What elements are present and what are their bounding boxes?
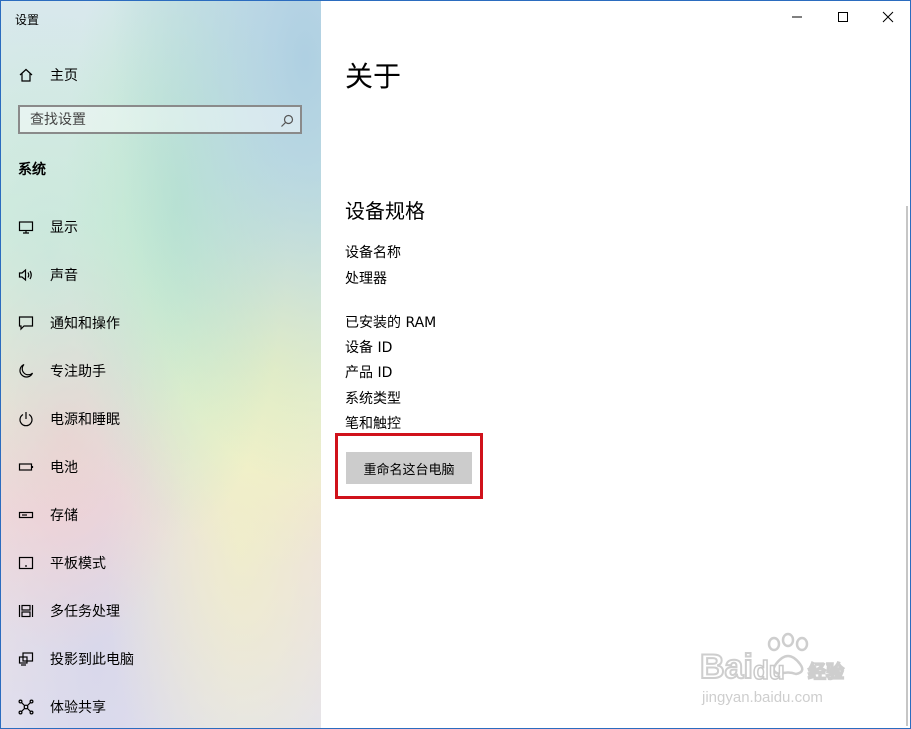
sidebar-item-label: 体验共享 (50, 700, 106, 716)
scrollbar[interactable] (906, 206, 908, 726)
sidebar-item-notifications[interactable]: 通知和操作 (1, 303, 321, 343)
spec-label-installed-ram: 已安装的 RAM (345, 315, 437, 331)
watermark-url: jingyan.baidu.com (701, 689, 823, 706)
sidebar-item-label: 显示 (50, 220, 78, 236)
spec-label-device-name: 设备名称 (345, 245, 401, 261)
sidebar-item-label: 专注助手 (50, 364, 106, 380)
sidebar-item-storage[interactable]: 存储 (1, 495, 321, 535)
sidebar-item-shared-experiences[interactable]: 体验共享 (1, 687, 321, 727)
device-specs-heading: 设备规格 (345, 199, 425, 223)
sidebar-item-battery[interactable]: 电池 (1, 447, 321, 487)
watermark-brand: Bai (700, 648, 753, 686)
sidebar-item-home[interactable]: 主页 (1, 55, 321, 95)
monitor-icon (18, 219, 34, 235)
spec-label-system-type: 系统类型 (345, 391, 401, 407)
tablet-icon (18, 555, 34, 571)
spec-label-processor: 处理器 (345, 271, 387, 287)
speaker-icon (18, 267, 34, 283)
settings-window: 设置 主页 系统 显示 声音 (0, 0, 911, 729)
sidebar-item-label: 电源和睡眠 (50, 412, 120, 428)
sidebar-item-project-to-pc[interactable]: 投影到此电脑 (1, 639, 321, 679)
search-icon[interactable] (280, 113, 294, 132)
sidebar-item-label: 主页 (50, 68, 78, 84)
sidebar: 设置 主页 系统 显示 声音 (1, 1, 321, 728)
spec-label-pen-touch: 笔和触控 (345, 416, 401, 432)
search-box[interactable] (18, 105, 302, 134)
sidebar-item-label: 通知和操作 (50, 316, 120, 332)
sidebar-item-label: 投影到此电脑 (50, 652, 134, 668)
main-content: 关于 设备规格 设备名称 处理器 已安装的 RAM 设备 ID 产品 ID 系统… (322, 1, 910, 728)
maximize-button[interactable] (820, 1, 866, 33)
sidebar-item-tablet-mode[interactable]: 平板模式 (1, 543, 321, 583)
sidebar-item-label: 平板模式 (50, 556, 106, 572)
minimize-button[interactable] (774, 1, 820, 33)
rename-pc-button[interactable]: 重命名这台电脑 (346, 452, 472, 484)
sidebar-item-label: 声音 (50, 268, 78, 284)
home-icon (18, 67, 34, 83)
minimize-icon (791, 8, 803, 27)
sidebar-item-power-sleep[interactable]: 电源和睡眠 (1, 399, 321, 439)
spec-label-product-id: 产品 ID (345, 365, 393, 381)
sidebar-item-multitasking[interactable]: 多任务处理 (1, 591, 321, 631)
window-title: 设置 (15, 13, 40, 27)
notification-icon (18, 315, 34, 331)
storage-icon (18, 507, 34, 523)
sidebar-item-sound[interactable]: 声音 (1, 255, 321, 295)
section-title: 系统 (18, 162, 46, 178)
moon-icon (18, 363, 34, 379)
page-title: 关于 (345, 60, 402, 93)
search-input[interactable] (20, 110, 282, 129)
sidebar-item-label: 电池 (50, 460, 78, 476)
baidu-watermark: Bai 经验 jingyan.baidu.com (696, 626, 876, 706)
sidebar-item-label: 多任务处理 (50, 604, 120, 620)
share-icon (18, 699, 34, 715)
sidebar-item-focus-assist[interactable]: 专注助手 (1, 351, 321, 391)
maximize-icon (837, 8, 849, 27)
project-icon (18, 651, 34, 667)
battery-icon (18, 459, 34, 475)
watermark-cn-text: 经验 (808, 661, 845, 682)
power-icon (18, 411, 34, 427)
multitask-icon (18, 603, 34, 619)
sidebar-item-display[interactable]: 显示 (1, 207, 321, 247)
close-icon (882, 8, 894, 27)
watermark-brand-suffix: du (752, 654, 785, 686)
close-button[interactable] (865, 1, 910, 33)
spec-label-device-id: 设备 ID (345, 340, 393, 356)
sidebar-item-label: 存储 (50, 508, 78, 524)
